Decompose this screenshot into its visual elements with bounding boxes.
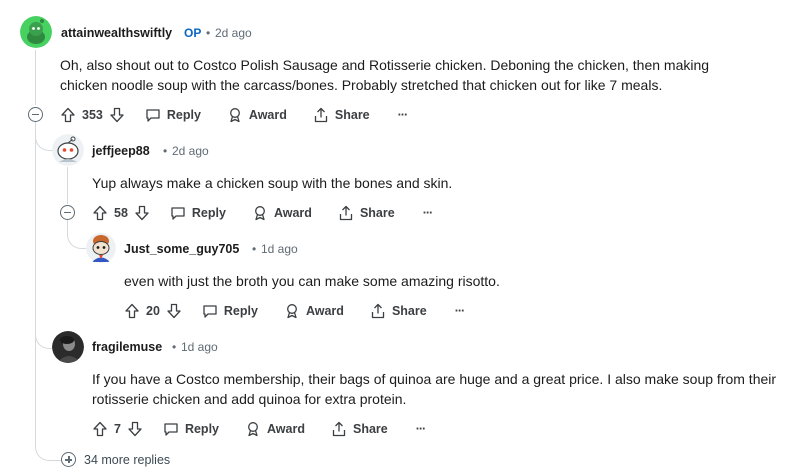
reply-button[interactable]: Reply <box>145 107 201 123</box>
share-button[interactable]: Share <box>331 421 388 437</box>
snoo-avatar-icon <box>52 134 84 166</box>
snoo-avatar-icon <box>20 16 52 48</box>
comment-username[interactable]: attainwealthswiftly <box>61 26 172 40</box>
comment-body: If you have a Costco membership, their b… <box>92 371 777 407</box>
comment-body: Yup always make a chicken soup with the … <box>92 175 453 191</box>
reply-icon <box>164 423 178 436</box>
award-label: Award <box>305 304 344 318</box>
meta-separator: • <box>172 340 177 354</box>
comment-time[interactable]: 1d ago <box>261 242 298 256</box>
share-icon <box>332 421 346 437</box>
share-label: Share <box>391 304 427 318</box>
avatar[interactable] <box>52 331 84 363</box>
comment-body: even with just the broth you can make so… <box>124 273 500 289</box>
award-label: Award <box>248 108 287 122</box>
comment-username[interactable]: jeffjeep88 <box>92 144 150 158</box>
share-icon <box>339 205 353 221</box>
reply-button[interactable]: Reply <box>170 205 226 221</box>
thread-connector <box>35 318 53 349</box>
comment-username[interactable]: Just_some_guy705 <box>124 242 239 256</box>
avatar[interactable] <box>52 134 84 166</box>
award-icon <box>287 304 297 319</box>
award-button[interactable]: Award <box>227 107 287 123</box>
upvote-icon[interactable] <box>124 303 140 319</box>
reply-label: Reply <box>191 206 226 220</box>
upvote-icon[interactable] <box>92 205 108 221</box>
comment-action-bar: 20 Reply Award Share ··· <box>124 300 465 322</box>
share-button[interactable]: Share <box>370 303 427 319</box>
more-replies-link[interactable]: 34 more replies <box>61 452 170 467</box>
share-icon <box>314 107 328 123</box>
avatar[interactable] <box>20 16 52 48</box>
profile-photo-icon <box>52 331 84 363</box>
meta-separator: • <box>163 144 168 158</box>
thread-connector <box>67 220 87 249</box>
comment-action-bar: 58 Reply Award Share ··· <box>92 202 433 224</box>
downvote-icon[interactable] <box>127 421 143 437</box>
downvote-icon[interactable] <box>109 107 125 123</box>
reply-icon <box>171 207 185 220</box>
share-button[interactable]: Share <box>313 107 370 123</box>
downvote-icon[interactable] <box>166 303 182 319</box>
comment-action-bar: 353 Reply Award Share ··· <box>60 104 408 126</box>
comment-time[interactable]: 2d ago <box>172 144 209 158</box>
award-button[interactable]: Award <box>245 421 305 437</box>
share-icon <box>371 303 385 319</box>
more-options-button[interactable]: ··· <box>455 304 465 318</box>
reply-button[interactable]: Reply <box>202 303 258 319</box>
vote-count: 20 <box>146 304 160 318</box>
comment-time[interactable]: 2d ago <box>215 26 252 40</box>
snoo-avatar-icon <box>86 233 116 263</box>
vote-count: 58 <box>114 206 128 220</box>
award-button[interactable]: Award <box>252 205 312 221</box>
comment-action-bar: 7 Reply Award Share ··· <box>92 418 426 440</box>
award-icon <box>229 108 240 123</box>
reply-label: Reply <box>166 108 201 122</box>
reply-icon <box>203 305 217 318</box>
award-label: Award <box>273 206 312 220</box>
collapse-thread-button[interactable] <box>60 205 75 220</box>
upvote-icon[interactable] <box>60 107 76 123</box>
comment-body: Oh, also shout out to Costco Polish Saus… <box>60 57 710 93</box>
thread-line <box>67 167 68 204</box>
vote-count: 7 <box>114 422 121 436</box>
reply-button[interactable]: Reply <box>163 421 219 437</box>
thread-line <box>35 50 36 105</box>
op-badge: OP <box>184 26 202 40</box>
share-label: Share <box>359 206 395 220</box>
award-button[interactable]: Award <box>284 303 344 319</box>
more-options-button[interactable]: ··· <box>416 422 426 436</box>
collapse-thread-button[interactable] <box>28 107 43 122</box>
upvote-icon[interactable] <box>92 421 108 437</box>
comment-time[interactable]: 1d ago <box>181 340 218 354</box>
award-icon <box>255 206 265 221</box>
reply-label: Reply <box>223 304 258 318</box>
downvote-icon[interactable] <box>134 205 150 221</box>
share-label: Share <box>334 108 370 122</box>
reply-label: Reply <box>184 422 219 436</box>
share-label: Share <box>352 422 388 436</box>
award-label: Award <box>267 422 305 436</box>
thread-connector <box>35 428 62 461</box>
avatar[interactable] <box>86 232 116 264</box>
expand-plus-icon <box>61 452 76 467</box>
more-options-button[interactable]: ··· <box>398 108 408 122</box>
more-replies-label: 34 more replies <box>84 452 171 467</box>
thread-connector <box>35 130 53 151</box>
meta-separator: • <box>206 26 211 40</box>
reply-icon <box>146 109 160 122</box>
more-options-button[interactable]: ··· <box>423 206 433 220</box>
thread-line <box>35 122 36 348</box>
share-button[interactable]: Share <box>338 205 395 221</box>
vote-count: 353 <box>82 108 103 122</box>
award-icon <box>248 422 258 437</box>
meta-separator: • <box>252 242 257 256</box>
comment-username[interactable]: fragilemuse <box>92 340 162 354</box>
